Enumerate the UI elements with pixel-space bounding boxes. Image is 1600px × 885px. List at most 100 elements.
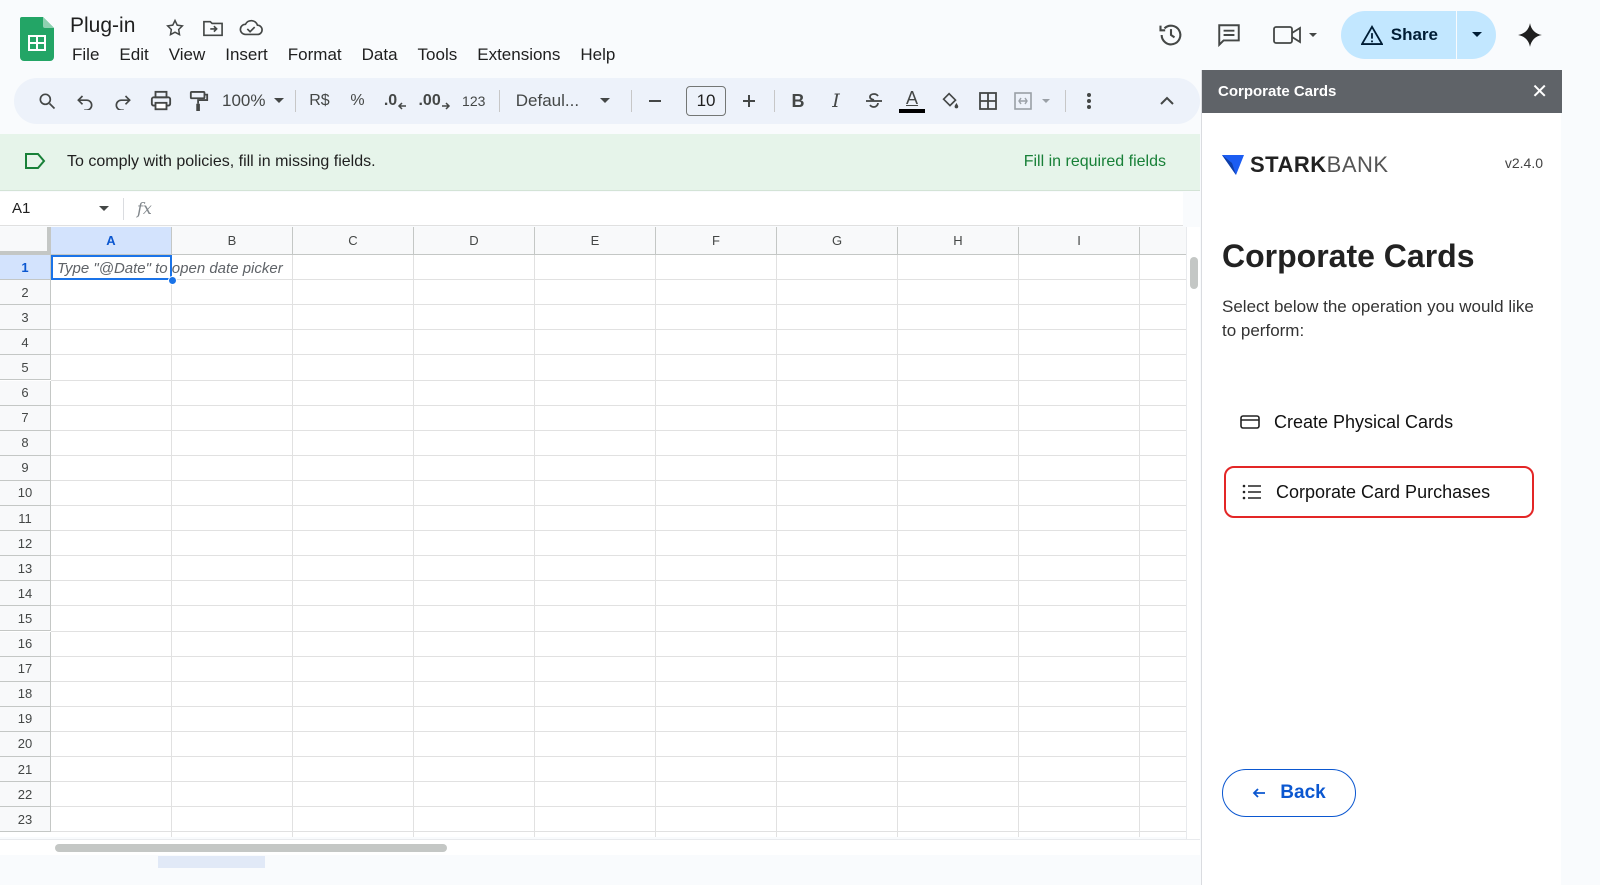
share-button-group: Share [1340,11,1496,59]
print-icon[interactable] [146,86,176,116]
create-physical-cards-button[interactable]: Create Physical Cards [1224,396,1534,448]
vertical-scrollbar[interactable] [1186,227,1200,839]
fill-color-icon[interactable] [935,86,965,116]
row-header-22[interactable]: 22 [0,782,51,808]
zoom-select[interactable]: 100% [222,91,285,111]
row-header-9[interactable]: 9 [0,455,51,481]
corporate-card-purchases-button[interactable]: Corporate Card Purchases [1224,466,1534,518]
brand-name-bold: STARK [1250,152,1327,177]
starkbank-logo: STARKBANK [1222,152,1389,178]
column-header-partial[interactable] [1140,227,1186,255]
row-header-20[interactable]: 20 [0,731,51,757]
increase-font-size-icon[interactable] [734,86,764,116]
menu-help[interactable]: Help [570,44,625,66]
row-header-12[interactable]: 12 [0,531,51,557]
bold-button[interactable]: B [783,86,813,116]
back-button[interactable]: Back [1222,769,1356,817]
cloud-saved-icon[interactable] [239,16,263,40]
row-header-4[interactable]: 4 [0,330,51,356]
menu-file[interactable]: File [62,44,109,66]
menu-edit[interactable]: Edit [109,44,158,66]
column-header-a[interactable]: A [51,227,172,255]
vertical-scroll-thumb[interactable] [1190,257,1198,289]
star-icon[interactable] [163,16,187,40]
column-header-c[interactable]: C [293,227,414,255]
format-currency-button[interactable]: R$ [304,86,334,116]
grid-line [1018,255,1019,837]
column-header-g[interactable]: G [777,227,898,255]
row-header-13[interactable]: 13 [0,556,51,582]
cell-a1-selected[interactable]: Type "@Date" to open date picker [51,255,283,280]
text-color-button[interactable]: A [897,86,927,116]
row-header-5[interactable]: 5 [0,355,51,381]
more-formats-button[interactable]: 123 [459,86,489,116]
menu-extensions[interactable]: Extensions [467,44,570,66]
row-header-1[interactable]: 1 [0,255,51,281]
decrease-decimal-button[interactable]: .0 [380,86,410,116]
column-header-h[interactable]: H [898,227,1019,255]
column-header-b[interactable]: B [172,227,293,255]
decrease-font-size-icon[interactable] [640,86,670,116]
strikethrough-icon[interactable] [859,86,889,116]
column-header-f[interactable]: F [656,227,777,255]
row-header-21[interactable]: 21 [0,757,51,783]
increase-decimal-button[interactable]: .00 [418,86,450,116]
column-header-d[interactable]: D [414,227,535,255]
fill-required-fields-link[interactable]: Fill in required fields [1024,153,1166,171]
comments-icon[interactable] [1209,15,1249,55]
row-header-19[interactable]: 19 [0,706,51,732]
column-header-i[interactable]: I [1019,227,1140,255]
document-title[interactable]: Plug-in [70,14,135,38]
row-header-23[interactable]: 23 [0,807,51,833]
row-header-17[interactable]: 17 [0,656,51,682]
share-button[interactable]: Share [1341,11,1456,59]
row-header-2[interactable]: 2 [0,280,51,306]
menu-format[interactable]: Format [278,44,352,66]
row-header-18[interactable]: 18 [0,681,51,707]
spreadsheet-grid[interactable]: A B C D E F G H I 1 2 3 4 5 6 7 8 9 10 11 12 13 14 15 16 17 18 19 20… [0,227,1186,837]
text-color-swatch [899,109,926,113]
banner-message: To comply with policies, fill in missing… [67,153,376,170]
italic-button[interactable]: I [821,86,851,116]
grid-line [292,255,293,837]
undo-icon[interactable] [70,86,100,116]
select-all-corner[interactable] [0,227,51,255]
borders-icon[interactable] [973,86,1003,116]
horizontal-scrollbar[interactable] [0,839,1200,855]
row-header-8[interactable]: 8 [0,430,51,456]
gemini-sparkle-icon[interactable] [1510,15,1550,55]
row-header-3[interactable]: 3 [0,305,51,331]
row-header-7[interactable]: 7 [0,405,51,431]
close-icon[interactable]: ✕ [1531,79,1548,104]
menu-view[interactable]: View [159,44,216,66]
horizontal-scroll-thumb[interactable] [55,844,447,852]
column-header-e[interactable]: E [535,227,656,255]
row-header-6[interactable]: 6 [0,380,51,406]
font-size-input[interactable]: 10 [686,86,727,116]
row-header-14[interactable]: 14 [0,581,51,607]
more-options-icon[interactable] [1074,86,1104,116]
format-percent-button[interactable]: % [342,86,372,116]
share-dropdown-button[interactable] [1456,11,1496,59]
search-menus-icon[interactable] [32,86,62,116]
row-header-11[interactable]: 11 [0,506,51,532]
merge-cells-icon[interactable] [1011,86,1055,116]
fill-handle[interactable] [168,276,177,285]
sheet-tab-active[interactable] [158,856,265,868]
row-header-10[interactable]: 10 [0,480,51,506]
sheets-logo-icon[interactable] [20,17,54,61]
redo-icon[interactable] [108,86,138,116]
row-header-15[interactable]: 15 [0,606,51,632]
move-folder-icon[interactable] [201,16,225,40]
name-box[interactable]: A1 [12,200,30,217]
chevron-down-icon[interactable] [98,205,110,213]
menu-insert[interactable]: Insert [215,44,278,66]
menu-tools[interactable]: Tools [408,44,468,66]
menu-data[interactable]: Data [352,44,408,66]
meet-video-icon[interactable] [1267,15,1327,55]
paint-format-icon[interactable] [184,86,214,116]
row-header-16[interactable]: 16 [0,631,51,657]
version-history-icon[interactable] [1151,15,1191,55]
font-family-select[interactable]: Defaul... [516,91,611,111]
collapse-menus-icon[interactable] [1152,86,1182,116]
